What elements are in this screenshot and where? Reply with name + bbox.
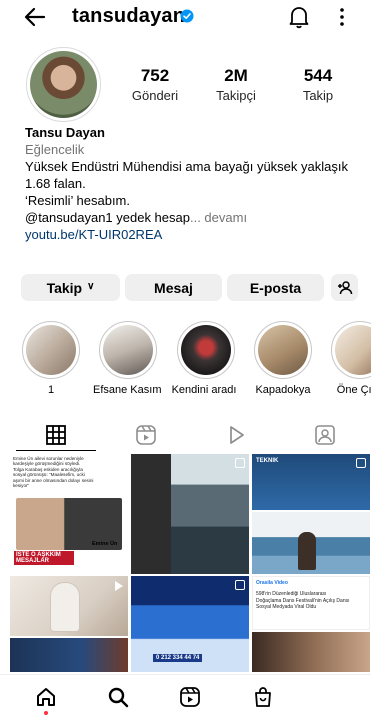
profile-bio: Tansu Dayan Eğlencelik Yüksek Endüstri M… xyxy=(25,124,365,243)
suggest-people-button[interactable] xyxy=(331,274,358,301)
grid-post[interactable] xyxy=(252,512,370,574)
highlight-item[interactable]: 1 xyxy=(20,321,82,396)
grid-post[interactable] xyxy=(10,638,128,672)
highlight-cover xyxy=(103,325,153,375)
chevron-down-icon: ∨ xyxy=(87,281,95,292)
followers-stat[interactable]: 2M Takipçi xyxy=(201,66,271,103)
follow-button-label: Takip xyxy=(46,279,83,296)
bio-line: Yüksek Endüstri Mühendisi ama bayağı yük… xyxy=(25,159,348,174)
notification-bell-icon[interactable] xyxy=(288,5,310,29)
highlight-item[interactable]: Kapadokya xyxy=(252,321,314,396)
highlight-item[interactable]: Efsane Kasım xyxy=(93,321,161,396)
carousel-icon xyxy=(235,580,245,590)
post-text: kesiyor" xyxy=(13,483,30,489)
home-icon[interactable] xyxy=(35,686,57,708)
post-text: Sosyal Medyada Viral Oldu xyxy=(256,604,317,610)
grid-post[interactable] xyxy=(10,576,128,636)
search-icon[interactable] xyxy=(107,686,129,708)
post-phone-text: 0 212 334 44 74 xyxy=(153,654,203,662)
highlight-label: 1 xyxy=(47,384,55,396)
grid-post[interactable]: Orasila Video 598'rin Düzenlediği Ulusla… xyxy=(252,576,370,630)
bio-more-link[interactable]: ... devamı xyxy=(190,210,247,225)
profile-name: Tansu Dayan xyxy=(25,125,105,140)
highlight-label: Öne Çıka xyxy=(336,384,371,396)
bio-line: 1.68 falan. xyxy=(25,176,86,191)
video-play-icon xyxy=(115,581,123,591)
following-stat[interactable]: 544 Takip xyxy=(283,66,353,103)
message-button[interactable]: Mesaj xyxy=(125,274,222,301)
highlight-cover xyxy=(335,325,371,375)
bio-mention[interactable]: @tansudayan1 yedek hesap xyxy=(25,210,190,225)
post-tag: TEKNIK xyxy=(256,458,279,464)
more-vertical-icon[interactable] xyxy=(334,6,350,28)
posts-grid: Emine Ün ailevi sorunlar nedeniyle karde… xyxy=(10,454,370,672)
reel-icon xyxy=(356,458,366,468)
follow-button[interactable]: Takip ∨ xyxy=(21,274,120,301)
grid-post[interactable] xyxy=(131,454,249,574)
profile-category: Eğlencelik xyxy=(25,142,85,157)
highlight-label: Efsane Kasım xyxy=(93,384,162,396)
highlight-label: Kendini aradı xyxy=(171,384,237,396)
highlight-item[interactable]: Öne Çıka xyxy=(329,321,371,396)
grid-icon[interactable] xyxy=(45,424,67,446)
highlight-cover xyxy=(258,325,308,375)
following-label: Takip xyxy=(302,88,334,103)
bio-line: @tansudayan1 yedek hesap... devamı xyxy=(25,209,365,226)
grid-post[interactable]: TEKNIK xyxy=(252,454,370,510)
active-tab-indicator xyxy=(16,450,96,451)
posts-label: Gönderi xyxy=(131,88,179,103)
bio-line: ‘Resimli’ hesabım. xyxy=(25,193,130,208)
highlight-cover xyxy=(26,325,76,375)
reels-icon[interactable] xyxy=(179,686,201,708)
profile-username: tansudayan xyxy=(72,5,186,27)
post-banner: İSTE O AŞKKIM MESAJLAR xyxy=(14,551,74,565)
post-name-tag: Emine Ün xyxy=(92,541,118,547)
posts-count: 752 xyxy=(140,66,170,85)
grid-post[interactable]: 0 212 334 44 74 xyxy=(131,576,249,672)
bottom-navigation xyxy=(0,674,371,715)
tagged-icon[interactable] xyxy=(314,424,336,446)
message-button-label: Mesaj xyxy=(154,279,193,296)
email-button[interactable]: E-posta xyxy=(227,274,324,301)
profile-tabs xyxy=(0,420,371,452)
verified-badge-icon xyxy=(180,9,194,23)
grid-post[interactable]: Emine Ün ailevi sorunlar nedeniyle karde… xyxy=(10,454,128,574)
reels-icon[interactable] xyxy=(135,424,157,446)
posts-stat[interactable]: 752 Gönderi xyxy=(120,66,190,103)
email-button-label: E-posta xyxy=(249,279,302,296)
following-count: 544 xyxy=(303,66,333,85)
add-person-icon xyxy=(337,280,352,294)
highlight-label: Kapadokya xyxy=(255,384,311,396)
carousel-icon xyxy=(235,458,245,468)
grid-post[interactable] xyxy=(252,632,370,672)
shop-icon[interactable] xyxy=(252,686,274,708)
play-icon[interactable] xyxy=(225,424,247,446)
followers-label: Takipçi xyxy=(216,88,256,103)
bio-link[interactable]: youtu.be/KT-UIR02REA xyxy=(25,226,365,243)
post-source: Orasila Video xyxy=(256,580,288,586)
top-bar: tansudayan xyxy=(0,0,371,34)
highlight-cover xyxy=(181,325,231,375)
back-arrow-icon[interactable] xyxy=(22,4,48,30)
profile-avatar[interactable] xyxy=(26,47,101,122)
avatar-photo xyxy=(30,51,97,118)
highlight-item[interactable]: Kendini aradı xyxy=(172,321,237,396)
notification-dot xyxy=(44,711,48,715)
followers-count: 2M xyxy=(224,66,248,85)
